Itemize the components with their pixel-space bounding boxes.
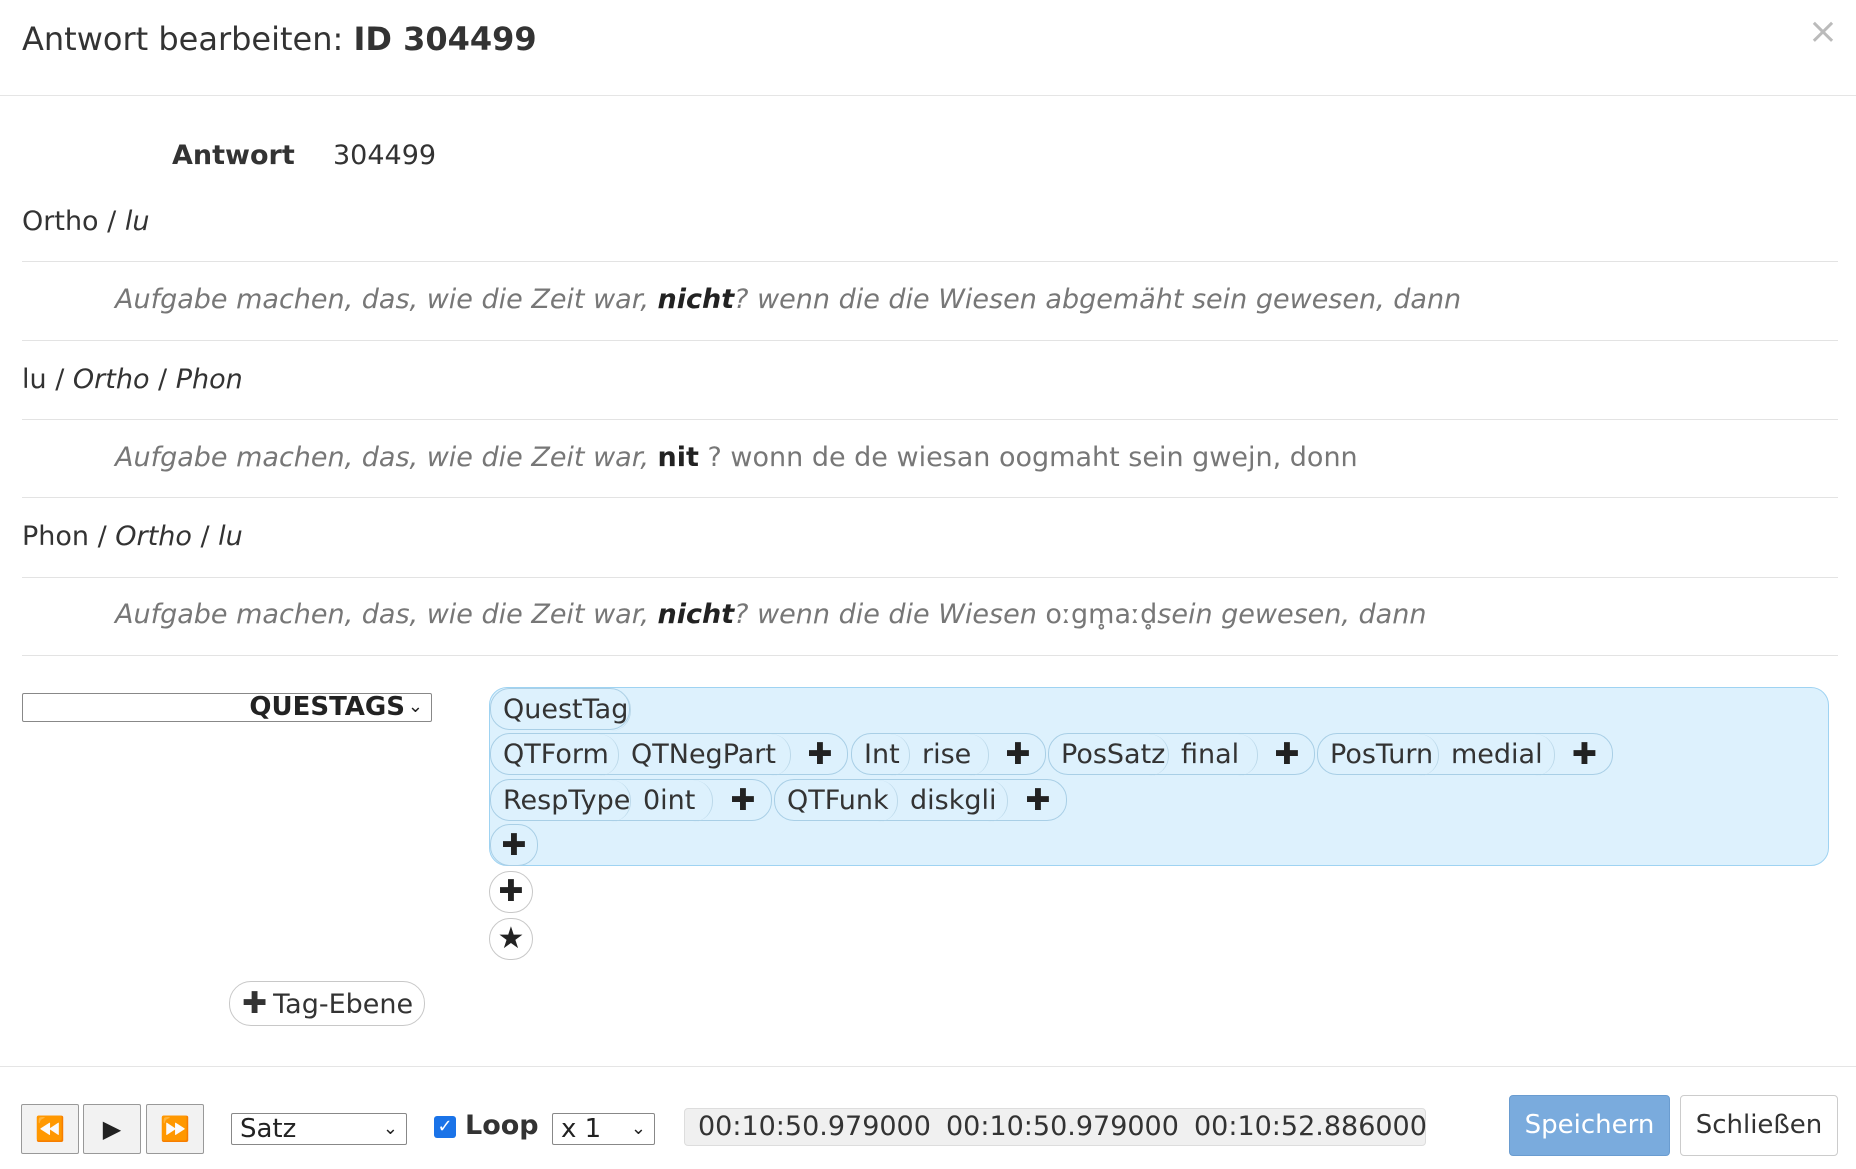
save-button[interactable]: Speichern <box>1509 1095 1670 1156</box>
chevron-down-icon: ⌄ <box>630 1118 646 1139</box>
loop-checkbox[interactable]: ✓ <box>434 1116 456 1138</box>
divider <box>22 577 1838 578</box>
chevron-down-icon: ⌄ <box>382 1118 398 1139</box>
section-lu-text: Aufgabe machen, das, wie die Zeit war, n… <box>115 442 1358 473</box>
plus-icon: ✚ <box>498 874 524 909</box>
play-icon: ▶ <box>102 1115 122 1143</box>
section-ortho-heading: Ortho / lu <box>22 206 150 237</box>
speed-select[interactable]: x 1 ⌄ <box>552 1113 655 1145</box>
antwort-label: Antwort <box>172 140 295 171</box>
add-tag-icon[interactable]: ✚ <box>989 734 1047 776</box>
current-time: 00:10:50.979000 <box>698 1111 931 1142</box>
check-icon: ✓ <box>437 1116 453 1137</box>
star-icon: ★ <box>497 921 525 956</box>
divider <box>22 261 1838 262</box>
divider <box>22 655 1838 656</box>
section-lu-heading: lu / Ortho / Phon <box>22 364 243 395</box>
add-tag-icon[interactable]: ✚ <box>713 780 773 822</box>
tag-label[interactable]: PosSatz <box>1049 734 1169 776</box>
forward-icon: ⏩ <box>160 1115 190 1143</box>
add-tag-button[interactable]: ✚ <box>489 871 533 913</box>
divider <box>22 340 1838 341</box>
add-tag-icon[interactable]: ✚ <box>1555 734 1614 776</box>
loop-label: Loop <box>465 1110 539 1141</box>
time-display: 00:10:50.979000 00:10:50.979000 00:10:52… <box>684 1108 1427 1146</box>
tag-group: Int rise ✚ <box>851 733 1047 776</box>
rewind-button[interactable]: ⏪ <box>21 1104 79 1154</box>
tag-value[interactable]: QTNegPart <box>619 734 791 776</box>
play-button[interactable]: ▶ <box>83 1104 141 1154</box>
tag-label[interactable]: QTFunk <box>775 780 898 822</box>
divider <box>22 419 1838 420</box>
add-tag-icon[interactable]: ✚ <box>791 734 849 776</box>
forward-button[interactable]: ⏩ <box>146 1104 204 1154</box>
tag-group: PosSatz final ✚ <box>1048 733 1316 776</box>
segment-unit-select[interactable]: Satz ⌄ <box>231 1113 407 1145</box>
plus-icon: ✚ <box>242 986 268 1021</box>
add-tag-layer-button[interactable]: ✚ Tag-Ebene <box>229 981 425 1026</box>
section-ortho-text: Aufgabe machen, das, wie die Zeit war, n… <box>115 284 1462 315</box>
tag-label[interactable]: QTForm <box>491 734 619 776</box>
tag-value[interactable]: 0int <box>631 780 713 822</box>
segment-start-time: 00:10:50.979000 <box>946 1111 1179 1142</box>
tag-group: QTForm QTNegPart ✚ <box>490 733 849 776</box>
favorite-tags-button[interactable]: ★ <box>489 918 533 960</box>
divider <box>22 497 1838 498</box>
plus-icon: ✚ <box>501 828 527 863</box>
tag-value[interactable]: diskgli <box>898 780 1008 822</box>
antwort-value: 304499 <box>333 140 437 171</box>
tag-group: PosTurn medial ✚ <box>1317 733 1614 776</box>
segment-end-time: 00:10:52.886000 <box>1194 1111 1427 1142</box>
tag-label[interactable]: PosTurn <box>1318 734 1439 776</box>
tag-layer-select[interactable]: QUESTAGS ⌄ <box>22 693 432 722</box>
rewind-icon: ⏪ <box>35 1115 65 1143</box>
add-child-tag-button[interactable]: ✚ <box>490 824 538 866</box>
close-icon[interactable]: × <box>1808 14 1838 50</box>
tag-value[interactable]: rise <box>910 734 989 776</box>
tag-label[interactable]: QuestTag <box>491 689 631 731</box>
chevron-down-icon: ⌄ <box>407 696 423 717</box>
tag-label[interactable]: RespType <box>491 780 631 822</box>
modal-title: Antwort bearbeiten: ID 304499 <box>22 20 537 58</box>
tag-value[interactable]: medial <box>1439 734 1555 776</box>
section-phon-text: Aufgabe machen, das, wie die Zeit war, n… <box>115 599 1427 630</box>
modal-header: Antwort bearbeiten: ID 304499 × <box>0 0 1856 96</box>
tag-group: QTFunk diskgli ✚ <box>774 779 1068 822</box>
tag-panel: QuestTag QTForm QTNegPart ✚ Int rise ✚ P… <box>489 687 1829 866</box>
tag-group: RespType 0int ✚ <box>490 779 773 822</box>
section-phon-heading: Phon / Ortho / lu <box>22 521 243 552</box>
add-tag-icon[interactable]: ✚ <box>1258 734 1316 776</box>
close-button[interactable]: Schließen <box>1680 1095 1838 1156</box>
add-tag-icon[interactable]: ✚ <box>1008 780 1068 822</box>
tag-label[interactable]: Int <box>852 734 910 776</box>
tag-chip-root[interactable]: QuestTag <box>490 688 631 731</box>
tag-value[interactable]: final <box>1169 734 1258 776</box>
footer-divider <box>0 1066 1856 1067</box>
